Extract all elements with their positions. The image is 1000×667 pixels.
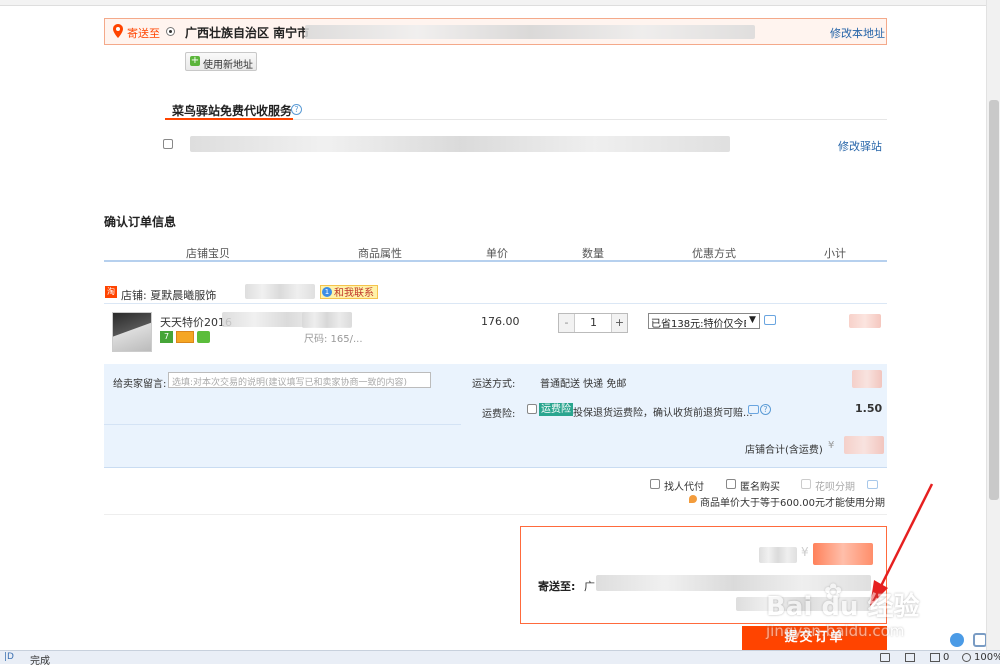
qty-plus-button[interactable]: + [611,314,627,332]
order-title: 确认订单信息 [104,215,177,229]
plus-icon: + [190,55,200,66]
quantity-stepper[interactable]: - 1 + [558,313,628,333]
insurance-checkbox[interactable] [527,404,537,414]
item-thumbnail[interactable] [112,312,152,352]
shipping-value: 普通配送 快递 免邮 [540,379,627,390]
order-table-header: 店铺宝贝 商品属性 单价 数量 优惠方式 小计 [104,242,887,262]
chat-icon: 1 [322,287,332,297]
shop-detail-panel: 给卖家留言: 选填:对本次交易的说明(建议填写已和卖家协商一致的内容) 运送方式… [104,364,887,468]
edit-station-link[interactable]: 修改驿站 [838,138,882,154]
blurred-shop-extra [245,284,315,299]
guarantee-badge-icon [197,331,210,343]
summary-address-start: 广 [584,580,595,593]
watermark-url: jingyan.baidu.com [766,622,905,640]
vertical-scrollbar[interactable] [986,0,1000,650]
blurred-summary-total-label [759,547,797,563]
shipping-label: 运送方式: [472,379,516,390]
card-badge-icon [176,331,194,343]
shop-total-currency: ¥ [828,440,835,451]
blurred-item-attr [302,312,352,328]
dropdown-arrow-icon: ▼ [749,315,756,325]
insurance-price: 1.50 [855,402,883,415]
blurred-shop-total [844,436,884,454]
new-address-button[interactable]: + 使用新地址 [185,52,257,71]
settings-gear-icon[interactable] [973,633,987,647]
edit-address-link[interactable]: 修改本地址 [830,25,885,41]
summary-currency: ¥ [801,545,809,559]
col-subtotal: 小计 [824,247,846,260]
col-attr: 商品属性 [358,247,402,260]
zoom-icon[interactable] [962,653,971,662]
address-box[interactable]: 寄送至 广西壮族自治区 南宁市 修改本地址 [104,18,887,45]
insurance-chat-icon[interactable] [748,405,759,414]
help-icon[interactable]: ? [291,104,302,115]
baidu-watermark: ✿ Bai du 经验 jingyan.baidu.com [762,576,942,646]
shop-icon: 淘 [105,286,117,298]
download-icon[interactable] [930,653,940,662]
col-price: 单价 [486,247,508,260]
browser-status-bar: |D 完成 0 100% [0,650,1000,667]
anonymous-label: 匿名购买 [740,482,780,493]
feedback-icon[interactable] [950,633,964,647]
address-text: 广西壮族自治区 南宁市 [185,26,310,40]
col-item: 店铺宝贝 [186,247,230,260]
col-discount: 优惠方式 [692,247,736,260]
insurance-text: 投保退货运费险，确认收货前退货可赔... [573,408,753,419]
comment-icon[interactable] [764,315,776,325]
insurance-label: 运费险: [482,409,516,420]
qty-input[interactable]: 1 [576,314,611,332]
screenshot-icon[interactable] [905,653,915,662]
message-input[interactable]: 选填:对本次交易的说明(建议填写已和卖家协商一致的内容) [168,372,431,388]
info-pin-icon [689,495,697,503]
message-divider [104,424,461,425]
download-count: 0 [943,652,950,663]
huabei-checkbox[interactable] [801,479,811,489]
shop-name[interactable]: 店铺: 夏默晨曦服饰 [121,287,216,303]
tmall-badge-icon: 7 [160,331,173,343]
status-text: 完成 [30,656,50,667]
item-price: 176.00 [481,315,520,328]
shop-total-label: 店铺合计(含运费) [745,445,823,456]
section-divider [293,119,887,120]
item-attribute: 尺码: 165/... [304,334,363,345]
blurred-address-detail [305,25,755,39]
insurance-badge: 运费险 [539,403,573,416]
cainiao-title: 菜鸟驿站免费代收服务 [172,104,293,118]
speaker-icon[interactable] [880,653,890,662]
message-label: 给卖家留言: [113,379,167,390]
ship-to-label: 寄送至 [127,27,160,40]
cainiao-title-underline [165,118,293,120]
discount-select[interactable]: 已省138元:特价仅今E ▼ [648,313,760,330]
anonymous-checkbox[interactable] [726,479,736,489]
pay-for-me-checkbox[interactable] [650,479,660,489]
insurance-help-icon[interactable]: ? [760,404,771,415]
address-radio[interactable] [166,27,175,36]
location-pin-icon [113,24,123,38]
qty-minus-button[interactable]: - [559,314,575,332]
contact-seller-button[interactable]: 1 和我联系 [320,285,378,299]
item-row: 天天特价2016 7 尺码: 165/... 176.00 - 1 + 已省13… [104,303,887,363]
huabei-note: 商品单价大于等于600.00元才能使用分期 [700,498,885,509]
huabei-label: 花呗分期 [815,482,855,493]
cainiao-checkbox[interactable] [163,139,173,149]
blurred-shipping-fee [852,370,882,388]
watermark-brand: Bai du 经验 [766,592,920,622]
pay-for-me-label: 找人代付 [664,482,704,493]
blurred-station-info [190,136,730,152]
browser-top-strip [0,0,1000,6]
options-divider [104,514,887,515]
zoom-level[interactable]: 100% [974,652,1000,663]
scrollbar-thumb[interactable] [989,100,999,500]
col-qty: 数量 [582,247,604,260]
summary-ship-to-label: 寄送至: [538,580,576,593]
blurred-subtotal [849,314,881,328]
page-status-icon: |D [4,652,14,662]
